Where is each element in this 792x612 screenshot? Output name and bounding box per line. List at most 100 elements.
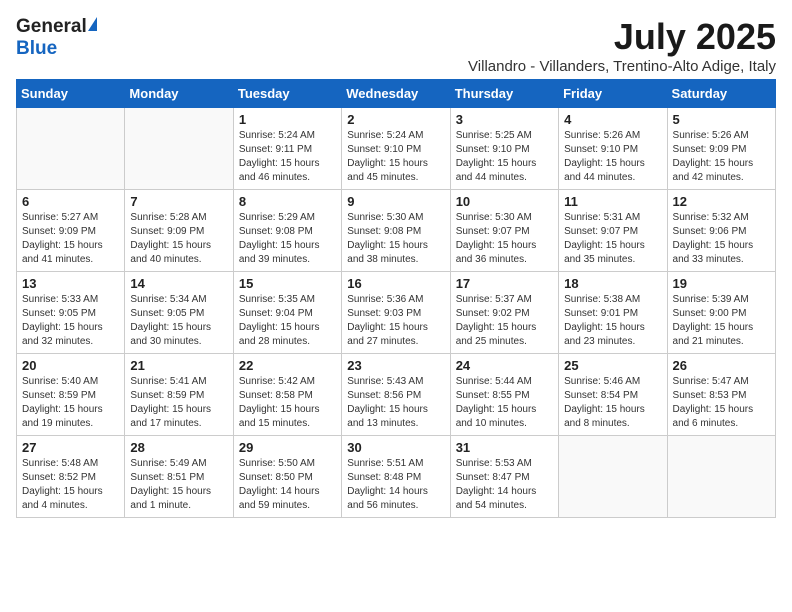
day-info: Sunrise: 5:39 AM Sunset: 9:00 PM Dayligh… bbox=[673, 293, 770, 349]
day-number: 4 bbox=[564, 112, 661, 127]
logo-triangle-icon bbox=[88, 17, 97, 31]
calendar-cell bbox=[125, 108, 233, 190]
calendar-header-thursday: Thursday bbox=[450, 80, 558, 108]
day-info: Sunrise: 5:53 AM Sunset: 8:47 PM Dayligh… bbox=[456, 457, 553, 513]
calendar-cell: 28 Sunrise: 5:49 AM Sunset: 8:51 PM Dayli… bbox=[125, 436, 233, 518]
calendar-cell: 11 Sunrise: 5:31 AM Sunset: 9:07 PM Dayli… bbox=[559, 190, 667, 272]
calendar-cell: 25 Sunrise: 5:46 AM Sunset: 8:54 PM Dayli… bbox=[559, 354, 667, 436]
day-number: 27 bbox=[22, 440, 119, 455]
calendar-cell: 30 Sunrise: 5:51 AM Sunset: 8:48 PM Dayli… bbox=[342, 436, 450, 518]
day-number: 10 bbox=[456, 194, 553, 209]
day-number: 17 bbox=[456, 276, 553, 291]
day-number: 21 bbox=[130, 358, 227, 373]
calendar-cell: 5 Sunrise: 5:26 AM Sunset: 9:09 PM Daylig… bbox=[667, 108, 775, 190]
day-number: 23 bbox=[347, 358, 444, 373]
day-info: Sunrise: 5:26 AM Sunset: 9:09 PM Dayligh… bbox=[673, 129, 770, 185]
calendar-cell: 31 Sunrise: 5:53 AM Sunset: 8:47 PM Dayli… bbox=[450, 436, 558, 518]
day-info: Sunrise: 5:48 AM Sunset: 8:52 PM Dayligh… bbox=[22, 457, 119, 513]
calendar-cell: 22 Sunrise: 5:42 AM Sunset: 8:58 PM Dayli… bbox=[233, 354, 341, 436]
day-info: Sunrise: 5:25 AM Sunset: 9:10 PM Dayligh… bbox=[456, 129, 553, 185]
calendar-cell: 23 Sunrise: 5:43 AM Sunset: 8:56 PM Dayli… bbox=[342, 354, 450, 436]
calendar-week-4: 20 Sunrise: 5:40 AM Sunset: 8:59 PM Dayli… bbox=[17, 354, 776, 436]
calendar-header-saturday: Saturday bbox=[667, 80, 775, 108]
day-number: 28 bbox=[130, 440, 227, 455]
day-info: Sunrise: 5:28 AM Sunset: 9:09 PM Dayligh… bbox=[130, 211, 227, 267]
day-number: 25 bbox=[564, 358, 661, 373]
calendar-week-3: 13 Sunrise: 5:33 AM Sunset: 9:05 PM Dayli… bbox=[17, 272, 776, 354]
day-info: Sunrise: 5:33 AM Sunset: 9:05 PM Dayligh… bbox=[22, 293, 119, 349]
calendar-cell bbox=[667, 436, 775, 518]
day-info: Sunrise: 5:32 AM Sunset: 9:06 PM Dayligh… bbox=[673, 211, 770, 267]
day-info: Sunrise: 5:43 AM Sunset: 8:56 PM Dayligh… bbox=[347, 375, 444, 431]
day-info: Sunrise: 5:46 AM Sunset: 8:54 PM Dayligh… bbox=[564, 375, 661, 431]
day-number: 24 bbox=[456, 358, 553, 373]
day-number: 11 bbox=[564, 194, 661, 209]
title-section: July 2025 Villandro - Villanders, Trenti… bbox=[468, 16, 776, 75]
day-number: 12 bbox=[673, 194, 770, 209]
calendar-header-row: SundayMondayTuesdayWednesdayThursdayFrid… bbox=[17, 80, 776, 108]
day-info: Sunrise: 5:36 AM Sunset: 9:03 PM Dayligh… bbox=[347, 293, 444, 349]
day-number: 26 bbox=[673, 358, 770, 373]
day-info: Sunrise: 5:38 AM Sunset: 9:01 PM Dayligh… bbox=[564, 293, 661, 349]
day-info: Sunrise: 5:31 AM Sunset: 9:07 PM Dayligh… bbox=[564, 211, 661, 267]
calendar-cell: 3 Sunrise: 5:25 AM Sunset: 9:10 PM Daylig… bbox=[450, 108, 558, 190]
month-title: July 2025 bbox=[468, 16, 776, 58]
calendar-week-5: 27 Sunrise: 5:48 AM Sunset: 8:52 PM Dayli… bbox=[17, 436, 776, 518]
day-info: Sunrise: 5:29 AM Sunset: 9:08 PM Dayligh… bbox=[239, 211, 336, 267]
day-number: 15 bbox=[239, 276, 336, 291]
calendar-header-monday: Monday bbox=[125, 80, 233, 108]
calendar-week-2: 6 Sunrise: 5:27 AM Sunset: 9:09 PM Daylig… bbox=[17, 190, 776, 272]
calendar-cell: 17Sunrise: 5:37 AM Sunset: 9:02 PM Dayli… bbox=[450, 272, 558, 354]
calendar-cell bbox=[17, 108, 125, 190]
calendar-cell: 20 Sunrise: 5:40 AM Sunset: 8:59 PM Dayli… bbox=[17, 354, 125, 436]
day-info: Sunrise: 5:30 AM Sunset: 9:08 PM Dayligh… bbox=[347, 211, 444, 267]
logo: General Blue bbox=[16, 16, 97, 60]
calendar-table: SundayMondayTuesdayWednesdayThursdayFrid… bbox=[16, 79, 776, 518]
day-number: 18 bbox=[564, 276, 661, 291]
calendar-week-1: 1 Sunrise: 5:24 AM Sunset: 9:11 PM Daylig… bbox=[17, 108, 776, 190]
calendar-cell: 1 Sunrise: 5:24 AM Sunset: 9:11 PM Daylig… bbox=[233, 108, 341, 190]
day-info: Sunrise: 5:24 AM Sunset: 9:11 PM Dayligh… bbox=[239, 129, 336, 185]
day-number: 29 bbox=[239, 440, 336, 455]
calendar-cell bbox=[559, 436, 667, 518]
day-number: 22 bbox=[239, 358, 336, 373]
day-info: Sunrise: 5:49 AM Sunset: 8:51 PM Dayligh… bbox=[130, 457, 227, 513]
day-number: 30 bbox=[347, 440, 444, 455]
day-info: Sunrise: 5:51 AM Sunset: 8:48 PM Dayligh… bbox=[347, 457, 444, 513]
calendar-cell: 18 Sunrise: 5:38 AM Sunset: 9:01 PM Dayli… bbox=[559, 272, 667, 354]
calendar-cell: 14Sunrise: 5:34 AM Sunset: 9:05 PM Dayli… bbox=[125, 272, 233, 354]
day-number: 5 bbox=[673, 112, 770, 127]
day-number: 7 bbox=[130, 194, 227, 209]
calendar-cell: 10 Sunrise: 5:30 AM Sunset: 9:07 PM Dayli… bbox=[450, 190, 558, 272]
day-info: Sunrise: 5:41 AM Sunset: 8:59 PM Dayligh… bbox=[130, 375, 227, 431]
calendar-header-wednesday: Wednesday bbox=[342, 80, 450, 108]
calendar-cell: 13 Sunrise: 5:33 AM Sunset: 9:05 PM Dayli… bbox=[17, 272, 125, 354]
day-number: 20 bbox=[22, 358, 119, 373]
calendar-cell: 19Sunrise: 5:39 AM Sunset: 9:00 PM Dayli… bbox=[667, 272, 775, 354]
day-number: 16 bbox=[347, 276, 444, 291]
day-info: Sunrise: 5:40 AM Sunset: 8:59 PM Dayligh… bbox=[22, 375, 119, 431]
day-number: 3 bbox=[456, 112, 553, 127]
calendar-cell: 21 Sunrise: 5:41 AM Sunset: 8:59 PM Dayli… bbox=[125, 354, 233, 436]
calendar-cell: 9 Sunrise: 5:30 AM Sunset: 9:08 PM Daylig… bbox=[342, 190, 450, 272]
day-info: Sunrise: 5:30 AM Sunset: 9:07 PM Dayligh… bbox=[456, 211, 553, 267]
day-number: 13 bbox=[22, 276, 119, 291]
calendar-cell: 7 Sunrise: 5:28 AM Sunset: 9:09 PM Daylig… bbox=[125, 190, 233, 272]
calendar-cell: 24Sunrise: 5:44 AM Sunset: 8:55 PM Dayli… bbox=[450, 354, 558, 436]
day-number: 14 bbox=[130, 276, 227, 291]
day-number: 1 bbox=[239, 112, 336, 127]
calendar-cell: 8 Sunrise: 5:29 AM Sunset: 9:08 PM Daylig… bbox=[233, 190, 341, 272]
day-info: Sunrise: 5:42 AM Sunset: 8:58 PM Dayligh… bbox=[239, 375, 336, 431]
day-number: 31 bbox=[456, 440, 553, 455]
location-title: Villandro - Villanders, Trentino-Alto Ad… bbox=[468, 58, 776, 75]
day-info: Sunrise: 5:47 AM Sunset: 8:53 PM Dayligh… bbox=[673, 375, 770, 431]
calendar-cell: 4Sunrise: 5:26 AM Sunset: 9:10 PM Daylig… bbox=[559, 108, 667, 190]
day-number: 6 bbox=[22, 194, 119, 209]
calendar-header-friday: Friday bbox=[559, 80, 667, 108]
calendar-cell: 2Sunrise: 5:24 AM Sunset: 9:10 PM Daylig… bbox=[342, 108, 450, 190]
calendar-cell: 26 Sunrise: 5:47 AM Sunset: 8:53 PM Dayli… bbox=[667, 354, 775, 436]
day-info: Sunrise: 5:27 AM Sunset: 9:09 PM Dayligh… bbox=[22, 211, 119, 267]
day-number: 8 bbox=[239, 194, 336, 209]
day-number: 9 bbox=[347, 194, 444, 209]
day-number: 2 bbox=[347, 112, 444, 127]
